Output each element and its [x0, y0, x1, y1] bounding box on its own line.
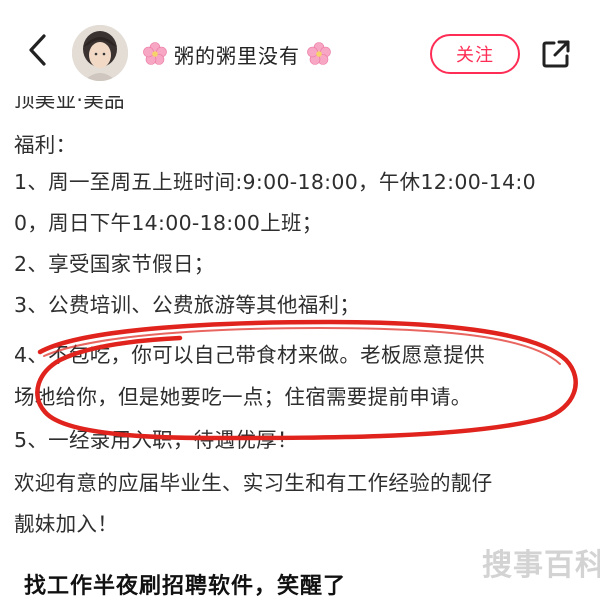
- chevron-left-icon: [29, 34, 46, 66]
- cherry-blossom-icon: [143, 42, 167, 65]
- post-line: 0，周日下午14:00-18:00上班；: [14, 211, 323, 235]
- post-line: 场地给你，但是她要吃一点；住宿需要提前申请。: [14, 385, 472, 409]
- author-name: 粥的粥里没有: [174, 43, 300, 68]
- follow-button[interactable]: 关注: [430, 34, 520, 74]
- post-content: 顶美业·美品 福利： 1、周一至周五上班时间:9:00-18:00，午休12:0…: [0, 84, 600, 539]
- top-bar: 粥的粥里没有 关注: [0, 0, 600, 96]
- caption-area: 搜事百科 找工作半夜刷招聘软件，笑醒了: [0, 540, 600, 601]
- back-button[interactable]: [18, 30, 58, 70]
- cherry-blossom-icon: [307, 42, 331, 65]
- watermark: 搜事百科: [482, 548, 600, 583]
- post-line: 福利：: [14, 133, 77, 157]
- post-line: 1、周一至周五上班时间:9:00-18:00，午休12:00-14:0: [14, 170, 536, 194]
- avatar-image: [72, 25, 128, 81]
- share-button[interactable]: [538, 36, 574, 72]
- avatar[interactable]: [72, 25, 128, 81]
- post-line: 2、享受国家节假日；: [14, 252, 215, 276]
- post-line: 3、公费培训、公费旅游等其他福利；: [14, 293, 361, 317]
- author-name-row[interactable]: 粥的粥里没有: [142, 38, 332, 70]
- post-line: 靓妹加入！: [14, 512, 118, 536]
- post-line: 4、不包吃，你可以自己带食材来做。老板愿意提供: [14, 343, 485, 367]
- share-external-icon: [542, 40, 570, 68]
- post-line: 5、一经录用入职，待遇优厚！: [14, 428, 298, 452]
- post-line: 欢迎有意的应届毕业生、实习生和有工作经验的靓仔: [14, 471, 493, 495]
- caption: 找工作半夜刷招聘软件，笑醒了: [24, 574, 347, 599]
